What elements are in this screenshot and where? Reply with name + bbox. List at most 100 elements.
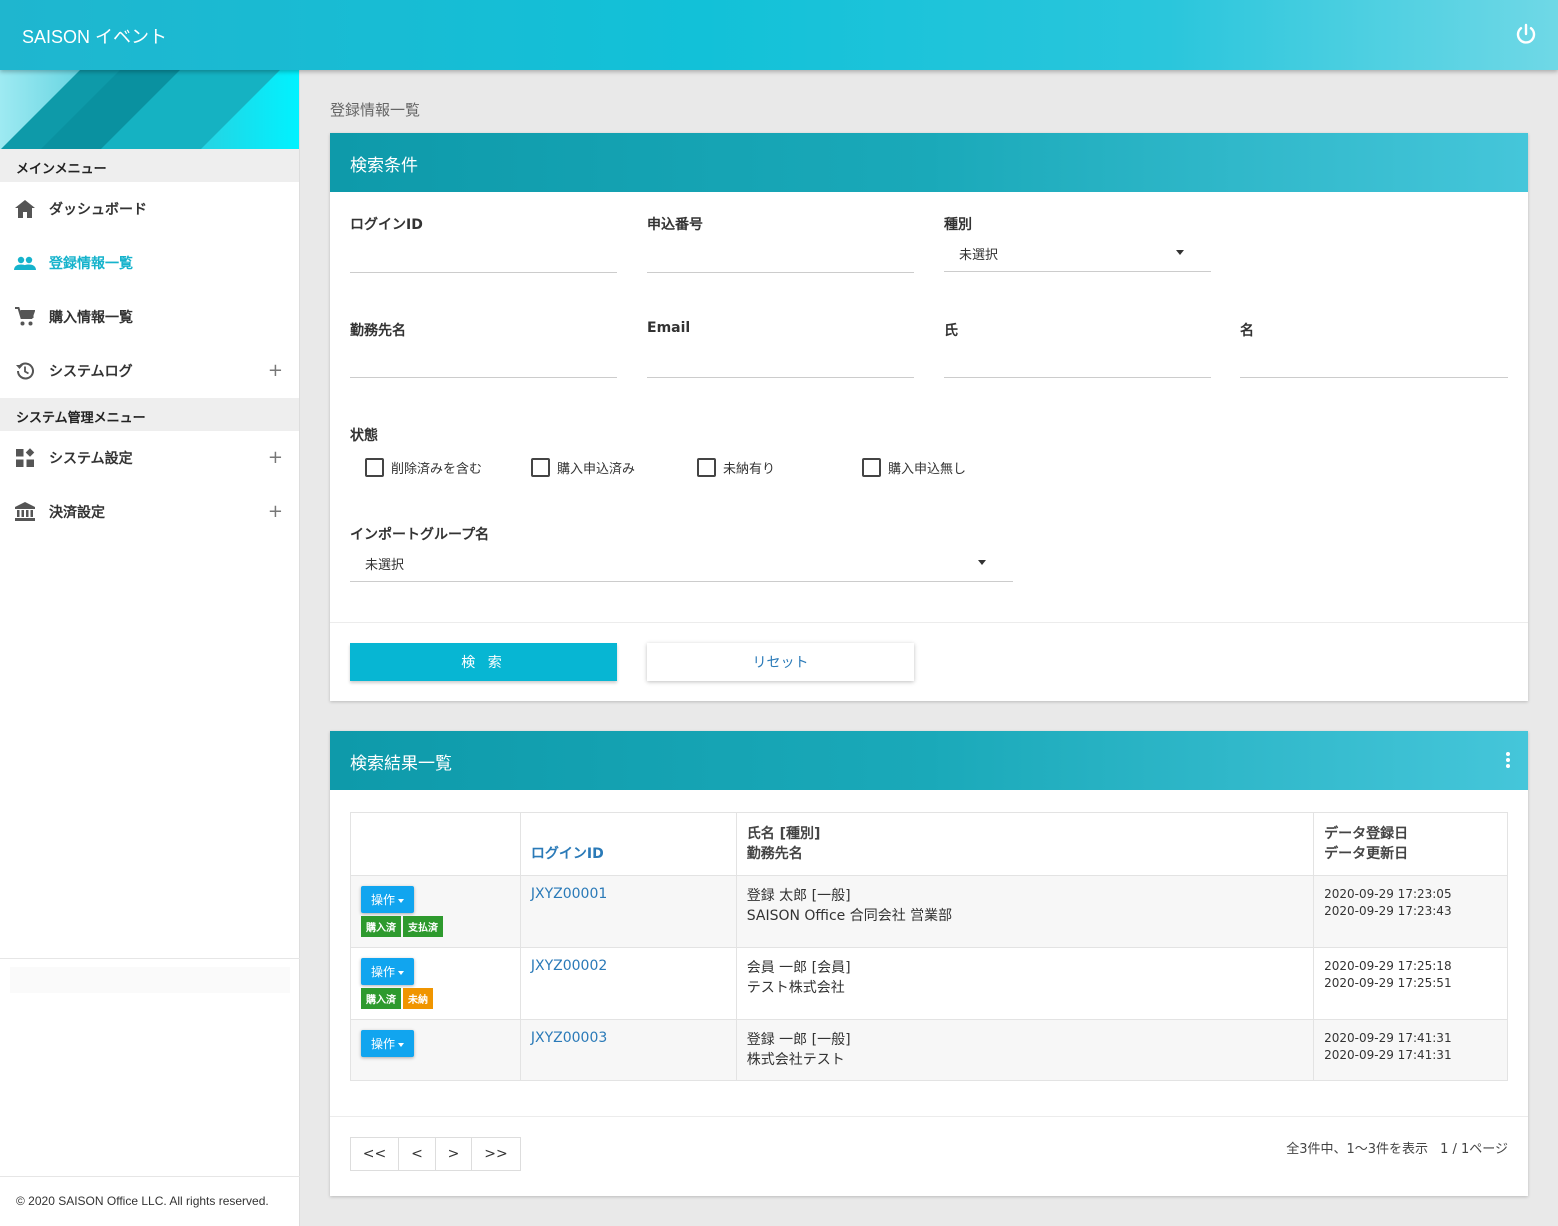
sidebar-item-registrations[interactable]: 登録情報一覧 (0, 236, 299, 290)
import-group-select[interactable]: 未選択 (350, 549, 1013, 582)
row-name: 登録 太郎 [一般] SAISON Office 合同会社 営業部 (735, 875, 1315, 948)
cart-icon (14, 306, 36, 328)
checkbox-include-deleted[interactable]: 削除済みを含む (365, 458, 482, 477)
row-company-value: SAISON Office 合同会社 営業部 (746, 908, 953, 924)
company-label: 勤務先名 (350, 323, 406, 339)
sidebar-divider (0, 1176, 300, 1177)
last-name-input[interactable] (944, 377, 1211, 378)
search-card-title: 検索条件 (330, 133, 1528, 192)
first-name-label: 名 (1240, 323, 1254, 339)
pagination-info: 全3件中、1〜3件を表示 1 / 1ページ (1274, 1138, 1508, 1157)
email-label: Email (647, 320, 691, 336)
operation-button[interactable]: 操作 (361, 1030, 415, 1057)
sidebar-divider (0, 958, 300, 959)
application-no-input[interactable] (647, 272, 914, 273)
expand-icon[interactable]: + (268, 447, 283, 468)
operation-button-label: 操作 (371, 893, 396, 907)
expand-icon[interactable]: + (268, 360, 283, 381)
operation-button[interactable]: 操作 (361, 886, 415, 913)
login-id-field: ログインID (350, 214, 617, 234)
login-id-input[interactable] (350, 272, 617, 273)
checkbox-unpaid[interactable]: 未納有り (697, 458, 775, 477)
type-select[interactable]: 未選択 (944, 239, 1211, 272)
search-button[interactable]: 検 索 (350, 643, 617, 681)
sidebar-item-system-log[interactable]: システムログ + (0, 344, 299, 398)
sidebar-item-label: 購入情報一覧 (49, 310, 133, 326)
status-badge-purchased: 購入済 (361, 988, 401, 1009)
operation-button-label: 操作 (371, 965, 396, 979)
search-card: 検索条件 ログインID 申込番号 種別 未選択 勤務先名 Email 氏 名 状… (330, 133, 1528, 701)
row-actions: 操作 (350, 1019, 521, 1081)
checkbox-box[interactable] (862, 458, 881, 477)
company-input[interactable] (350, 377, 617, 378)
status-field: 状態 (350, 425, 378, 445)
more-vert-icon[interactable] (1506, 752, 1510, 768)
col-dates: データ登録日 データ更新日 (1313, 812, 1508, 876)
page-first-button[interactable]: << (351, 1138, 399, 1170)
sidebar-item-purchases[interactable]: 購入情報一覧 (0, 290, 299, 344)
col-login-id[interactable]: ログインID (519, 812, 737, 876)
page-next-button[interactable]: > (436, 1138, 472, 1170)
chevron-down-icon (398, 970, 405, 975)
table-header-row: ログインID 氏名 [種別] 勤務先名 データ登録日 データ更新日 (350, 812, 1508, 876)
application-no-label: 申込番号 (647, 217, 703, 233)
checkbox-box[interactable] (697, 458, 716, 477)
history-icon (14, 360, 36, 382)
row-updated: 2020-09-29 17:25:51 (1324, 976, 1452, 990)
checkbox-label: 購入申込無し (888, 462, 967, 477)
chevron-down-icon (978, 560, 986, 565)
login-id-link[interactable]: JXYZ00003 (531, 1030, 607, 1046)
checkbox-purchase-applied[interactable]: 購入申込済み (531, 458, 635, 477)
sidebar-item-label: ダッシュボード (49, 202, 147, 218)
login-id-link[interactable]: JXYZ00002 (531, 958, 607, 974)
email-input[interactable] (647, 377, 914, 378)
row-name: 会員 一郎 [会員] テスト株式会社 (735, 947, 1315, 1020)
app-header: SAISON イベント (0, 0, 1558, 70)
table-row: 操作 JXYZ00003 登録 一郎 [一般] 株式会社テスト 2020-09-… (350, 1019, 1508, 1081)
col-name-line1: 氏名 [種別] (746, 826, 821, 842)
row-created: 2020-09-29 17:41:31 (1324, 1031, 1452, 1045)
results-card-title: 検索結果一覧 (330, 731, 1528, 790)
expand-icon[interactable]: + (268, 501, 283, 522)
row-login-id: JXYZ00003 (519, 1019, 737, 1081)
checkbox-box[interactable] (365, 458, 384, 477)
sidebar-banner (0, 70, 299, 149)
chevron-down-icon (398, 1042, 405, 1047)
sidebar-item-payment-settings[interactable]: 決済設定 + (0, 485, 299, 539)
chevron-down-icon (398, 898, 405, 903)
bank-icon (14, 501, 36, 523)
first-name-input[interactable] (1240, 377, 1508, 378)
row-updated: 2020-09-29 17:23:43 (1324, 904, 1452, 918)
table-row: 操作 購入済 支払済 JXYZ00001 登録 太郎 [一般] SAISON Of… (350, 875, 1508, 948)
sidebar-item-system-settings[interactable]: システム設定 + (0, 431, 299, 485)
row-updated: 2020-09-29 17:41:31 (1324, 1048, 1452, 1062)
application-no-field: 申込番号 (647, 214, 703, 234)
row-company-value: テスト株式会社 (746, 980, 845, 996)
checkbox-no-purchase[interactable]: 購入申込無し (862, 458, 966, 477)
sidebar-item-dashboard[interactable]: ダッシュボード (0, 182, 299, 236)
operation-button-label: 操作 (371, 1037, 396, 1051)
email-field: Email (647, 320, 690, 336)
operation-button[interactable]: 操作 (361, 958, 415, 985)
checkbox-label: 削除済みを含む (391, 462, 483, 477)
result-summary: 全3件中、1〜3件を表示 (1286, 1142, 1429, 1157)
copyright: © 2020 SAISON Office LLC. All rights res… (16, 1194, 269, 1208)
page-last-button[interactable]: >> (472, 1138, 520, 1170)
row-name-value: 登録 太郎 [一般] (746, 888, 851, 904)
import-group-field: インポートグループ名 (350, 524, 489, 544)
col-name: 氏名 [種別] 勤務先名 (735, 812, 1315, 876)
row-dates: 2020-09-29 17:41:31 2020-09-29 17:41:31 (1313, 1019, 1508, 1081)
row-dates: 2020-09-29 17:23:05 2020-09-29 17:23:43 (1313, 875, 1508, 948)
results-table: ログインID 氏名 [種別] 勤務先名 データ登録日 データ更新日 操作 購入済… (350, 812, 1508, 1081)
sidebar-item-label: 決済設定 (49, 505, 105, 521)
login-id-link[interactable]: JXYZ00001 (531, 886, 607, 902)
last-name-field: 氏 (944, 320, 958, 340)
checkbox-box[interactable] (531, 458, 550, 477)
row-dates: 2020-09-29 17:25:18 2020-09-29 17:25:51 (1313, 947, 1508, 1020)
reset-button[interactable]: リセット (647, 643, 914, 681)
sidebar-placeholder (10, 967, 290, 993)
power-icon[interactable] (1514, 22, 1538, 46)
first-name-field: 名 (1240, 320, 1254, 340)
col-date-line2: データ更新日 (1324, 846, 1409, 862)
page-prev-button[interactable]: < (399, 1138, 436, 1170)
